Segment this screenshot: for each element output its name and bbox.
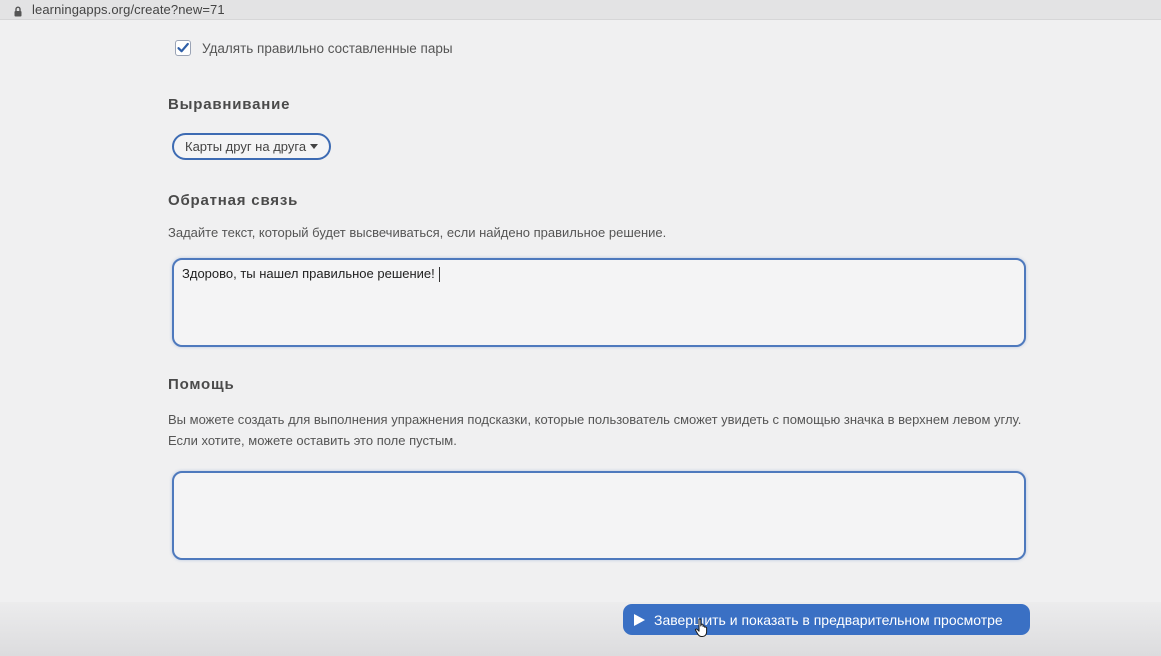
- feedback-title: Обратная связь: [168, 192, 299, 209]
- remove-pairs-option[interactable]: Удалять правильно составленные пары: [175, 40, 453, 56]
- page: learningapps.org/create?new=71 Удалять п…: [0, 0, 1161, 656]
- feedback-description: Задайте текст, который будет высвечивать…: [168, 225, 667, 240]
- finish-preview-button[interactable]: Завершить и показать в предварительном п…: [623, 604, 1030, 635]
- feedback-textarea[interactable]: Здорово, ты нашел правильное решение!: [172, 258, 1026, 347]
- text-caret: [438, 267, 440, 283]
- feedback-text-value: Здорово, ты нашел правильное решение!: [182, 266, 435, 281]
- alignment-title: Выравнивание: [168, 96, 291, 113]
- address-bar[interactable]: learningapps.org/create?new=71: [0, 0, 1161, 20]
- lock-icon: [14, 4, 22, 17]
- check-icon: [177, 42, 189, 53]
- url-text[interactable]: learningapps.org/create?new=71: [32, 2, 225, 17]
- remove-pairs-label: Удалять правильно составленные пары: [202, 40, 453, 56]
- alignment-dropdown[interactable]: Карты друг на друга: [172, 133, 332, 160]
- help-description-line1: Вы можете создать для выполнения упражне…: [168, 412, 1022, 427]
- play-icon: [634, 613, 645, 626]
- caret-down-icon: [310, 144, 319, 149]
- hand-pointer-icon: [694, 618, 708, 637]
- alignment-selected-value: Карты друг на друга: [185, 139, 307, 154]
- help-title: Помощь: [168, 376, 235, 393]
- help-description-line2: Если хотите, можете оставить это поле пу…: [168, 433, 457, 448]
- remove-pairs-checkbox[interactable]: [175, 40, 191, 56]
- feedback-text-wrap: Здорово, ты нашел правильное решение!: [182, 266, 440, 283]
- help-textarea[interactable]: [172, 471, 1026, 560]
